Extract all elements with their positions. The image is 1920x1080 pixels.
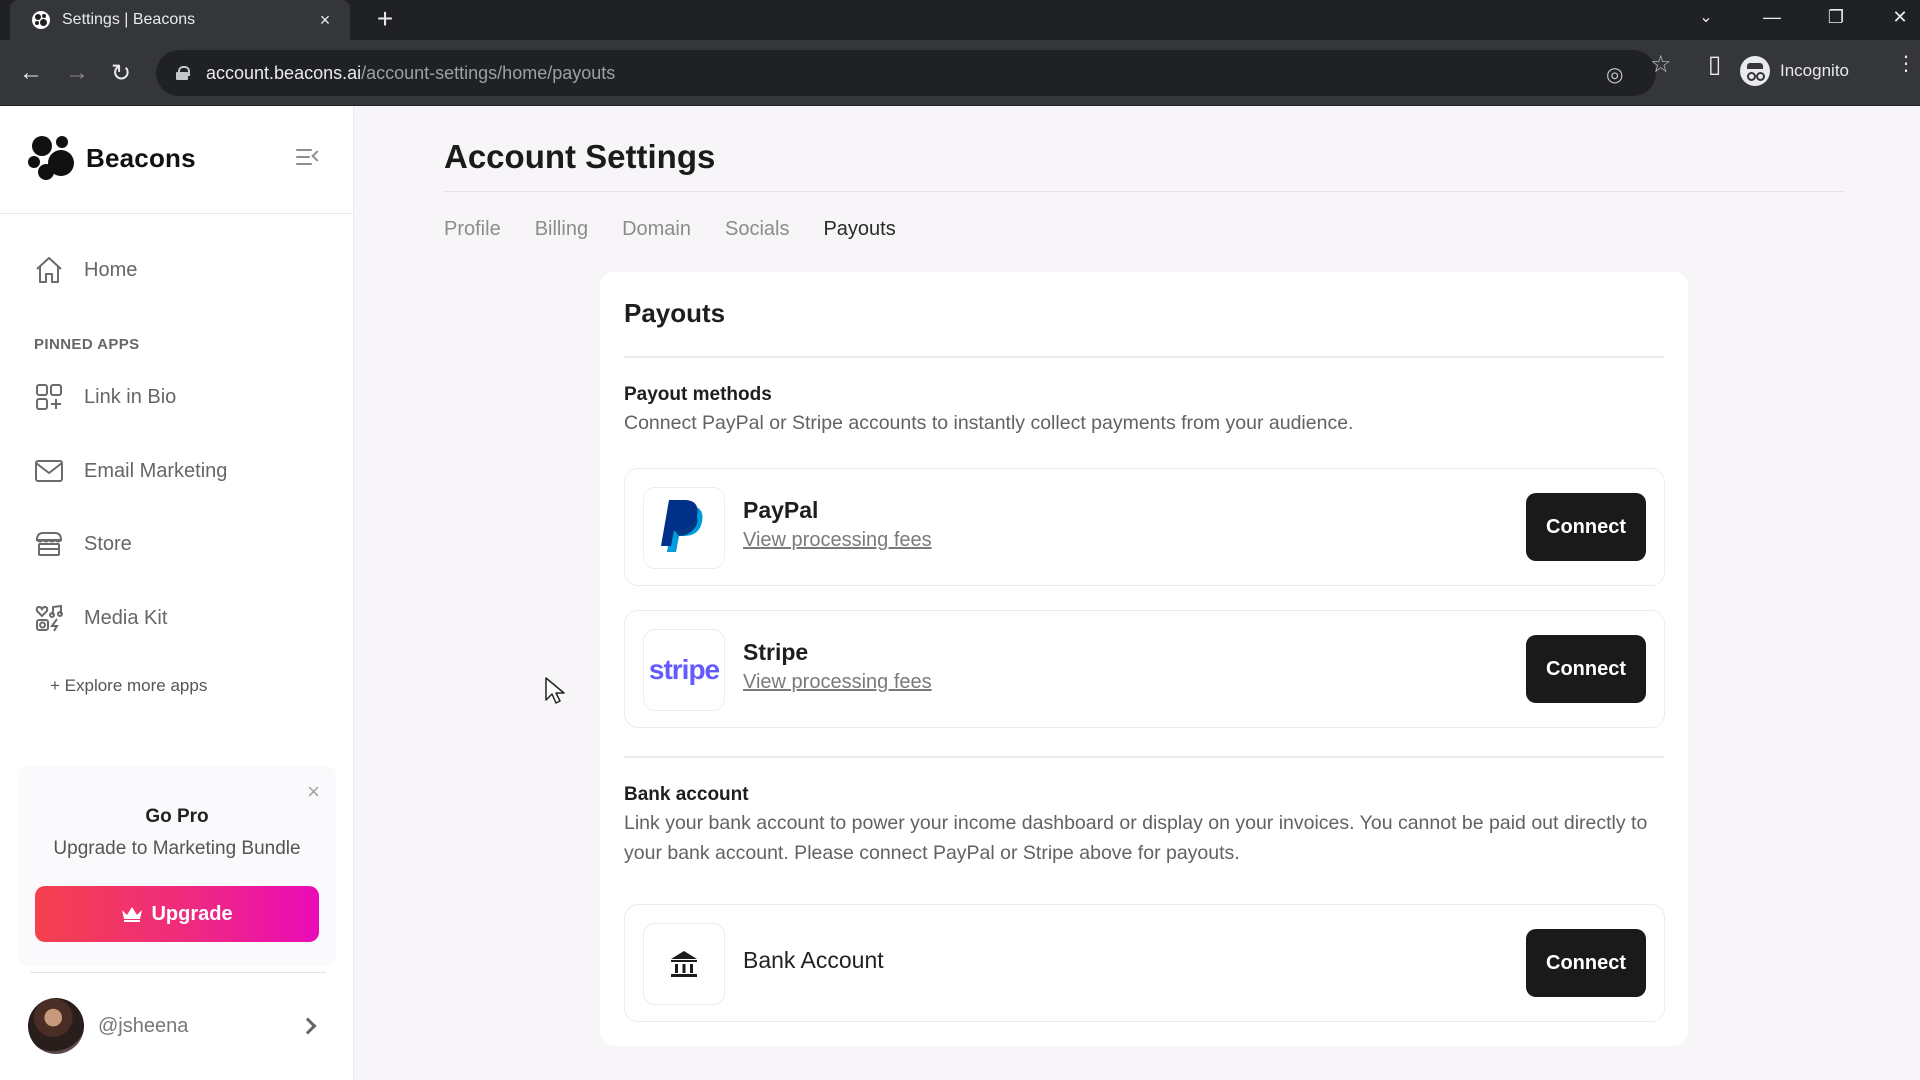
bank-icon <box>643 923 725 1005</box>
paypal-method-row: PayPal View processing fees Connect <box>624 468 1665 586</box>
method-name: Stripe <box>743 639 809 665</box>
url-path: /account-settings/home/payouts <box>361 62 616 83</box>
go-pro-promo: × Go Pro Upgrade to Marketing Bundle Upg… <box>18 766 336 966</box>
sidebar-divider <box>30 972 326 973</box>
sidebar-item-label: Store <box>84 532 132 555</box>
browser-tab[interactable]: Settings | Beacons × <box>10 0 350 40</box>
upgrade-label: Upgrade <box>151 902 233 925</box>
connect-paypal-button[interactable]: Connect <box>1526 493 1646 561</box>
beacons-logo-icon <box>28 134 76 182</box>
brand[interactable]: Beacons <box>28 132 196 184</box>
promo-title: Go Pro <box>145 806 209 827</box>
brand-name: Beacons <box>86 142 196 173</box>
promo-subtitle: Upgrade to Marketing Bundle <box>53 838 301 859</box>
mouse-cursor-icon <box>545 677 565 704</box>
title-divider <box>444 191 1844 192</box>
sidebar-item-home[interactable]: Home <box>34 250 137 290</box>
stripe-method-row: stripe Stripe View processing fees Conne… <box>624 610 1665 728</box>
lock-icon[interactable] <box>176 66 190 80</box>
tab-profile[interactable]: Profile <box>444 218 501 241</box>
user-account-menu[interactable]: @jsheena <box>28 998 324 1054</box>
sidebar-divider <box>0 213 354 214</box>
crown-icon <box>122 907 143 922</box>
paypal-logo-icon <box>643 487 725 569</box>
tab-title: Settings | Beacons <box>62 11 196 28</box>
explore-more-apps-link[interactable]: + Explore more apps <box>50 676 207 696</box>
close-window-button[interactable]: ✕ <box>1872 0 1920 34</box>
browser-toolbar: ← → ↻ account.beacons.ai/account-setting… <box>0 40 1920 106</box>
apps-add-icon <box>34 382 64 412</box>
sidebar-item-link-in-bio[interactable]: Link in Bio <box>34 377 176 417</box>
reload-button[interactable]: ↻ <box>104 56 138 90</box>
sidebar: Beacons Home PINNED APPS Link in Bio Ema… <box>0 106 354 1080</box>
upgrade-button[interactable]: Upgrade <box>35 886 319 942</box>
sidebar-item-store[interactable]: Store <box>34 524 132 564</box>
storefront-icon <box>34 529 64 559</box>
sidebar-item-email-marketing[interactable]: Email Marketing <box>34 451 227 491</box>
settings-tabs: Profile Billing Domain Socials Payouts <box>444 218 930 241</box>
chevron-right-icon <box>299 1017 317 1035</box>
browser-menu-icon[interactable]: ⋮ <box>1896 54 1916 74</box>
tab-domain[interactable]: Domain <box>622 218 691 241</box>
incognito-icon <box>1740 56 1770 86</box>
tab-close-icon[interactable]: × <box>314 10 336 31</box>
section-divider <box>624 756 1664 758</box>
tab-payouts[interactable]: Payouts <box>823 218 895 241</box>
sidebar-item-label: Email Marketing <box>84 459 228 482</box>
media-kit-icon <box>34 603 64 633</box>
incognito-profile-button[interactable]: Incognito <box>1740 52 1849 90</box>
close-icon[interactable]: × <box>307 781 320 803</box>
new-tab-button[interactable]: + <box>370 5 400 35</box>
address-bar[interactable]: account.beacons.ai/account-settings/home… <box>156 50 1656 96</box>
sidebar-item-label: Home <box>84 258 138 281</box>
restore-button[interactable]: ❐ <box>1808 0 1864 34</box>
envelope-icon <box>34 456 64 486</box>
bookmark-star-icon[interactable]: ☆ <box>1650 50 1672 79</box>
page-title: Account Settings <box>444 138 716 175</box>
back-button[interactable]: ← <box>14 56 48 90</box>
tracking-protection-icon[interactable]: ◎ <box>1606 62 1623 87</box>
payout-methods-description: Connect PayPal or Stripe accounts to ins… <box>624 412 1354 434</box>
sidebar-item-media-kit[interactable]: Media Kit <box>34 598 167 638</box>
card-divider <box>624 356 1664 358</box>
avatar <box>28 998 84 1054</box>
view-processing-fees-link[interactable]: View processing fees <box>743 529 932 552</box>
incognito-label: Incognito <box>1780 61 1849 80</box>
pinned-apps-heading: PINNED APPS <box>34 336 140 353</box>
connect-bank-button[interactable]: Connect <box>1526 929 1646 997</box>
stripe-logo-icon: stripe <box>643 629 725 711</box>
bank-account-description: Link your bank account to power your inc… <box>624 812 1648 864</box>
payouts-card: Payouts Payout methods Connect PayPal or… <box>600 272 1688 1046</box>
method-name: Bank Account <box>743 947 884 973</box>
payout-methods-heading: Payout methods <box>624 384 772 405</box>
browser-tab-strip: Settings | Beacons × + ⌄ — ❐ ✕ <box>0 0 1920 40</box>
minimize-button[interactable]: — <box>1744 0 1800 34</box>
card-title: Payouts <box>624 298 726 328</box>
bank-account-row: Bank Account Connect <box>624 904 1665 1022</box>
url-host: account.beacons.ai <box>206 62 362 83</box>
sidebar-item-label: Link in Bio <box>84 385 177 408</box>
connect-stripe-button[interactable]: Connect <box>1526 635 1646 703</box>
username: @jsheena <box>98 1014 189 1037</box>
beacons-favicon-icon <box>32 11 50 29</box>
home-icon <box>34 255 64 285</box>
side-panel-icon[interactable]: ▯ <box>1708 50 1721 79</box>
view-processing-fees-link[interactable]: View processing fees <box>743 671 932 694</box>
tab-socials[interactable]: Socials <box>725 218 789 241</box>
forward-button[interactable]: → <box>60 56 94 90</box>
bank-account-heading: Bank account <box>624 784 749 805</box>
tab-search-icon[interactable]: ⌄ <box>1678 0 1734 34</box>
sidebar-item-label: Media Kit <box>84 606 168 629</box>
collapse-sidebar-icon[interactable] <box>296 146 324 170</box>
method-name: PayPal <box>743 497 819 523</box>
tab-billing[interactable]: Billing <box>535 218 588 241</box>
